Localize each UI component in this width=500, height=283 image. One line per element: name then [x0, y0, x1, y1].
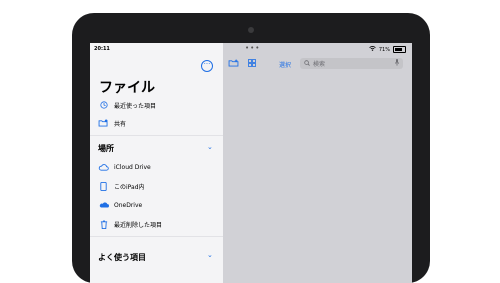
chevron-down-icon[interactable]: ⌄ — [207, 251, 213, 259]
sidebar-item-label: 最近使った項目 — [114, 102, 157, 110]
chevron-down-icon[interactable]: ⌄ — [207, 143, 213, 151]
sidebar-item-recently-deleted[interactable]: 最近削除した項目 — [98, 218, 162, 230]
sidebar: ··· ファイル 最近使った項目 共有 場所 ⌄ iCloud Drive この… — [90, 43, 223, 283]
new-folder-icon[interactable] — [228, 59, 239, 69]
sidebar-item-recents[interactable]: 最近使った項目 — [98, 99, 156, 111]
search-icon — [304, 59, 310, 68]
onedrive-cloud-icon — [98, 202, 109, 208]
select-button[interactable]: 選択 — [279, 60, 291, 69]
search-field[interactable]: 検索 — [300, 58, 403, 69]
sidebar-item-icloud-drive[interactable]: iCloud Drive — [98, 161, 151, 173]
sidebar-item-label: OneDrive — [114, 201, 143, 209]
screen: ··· ファイル 最近使った項目 共有 場所 ⌄ iCloud Drive この… — [90, 43, 412, 283]
grid-view-icon[interactable] — [248, 59, 256, 69]
section-header-locations: 場所 — [98, 144, 114, 153]
battery-percent: 71% — [378, 46, 390, 53]
sidebar-item-label: iCloud Drive — [114, 163, 151, 171]
cloud-icon — [98, 163, 109, 171]
section-header-favorites: よく使う項目 — [98, 253, 146, 262]
page-title: ファイル — [99, 80, 155, 96]
sidebar-item-label: このiPad内 — [114, 183, 145, 191]
wifi-icon — [369, 46, 376, 53]
sidebar-item-label: 最近削除した項目 — [114, 221, 163, 229]
sidebar-item-onedrive[interactable]: OneDrive — [98, 199, 142, 211]
ipad-icon — [98, 181, 109, 191]
sidebar-item-label: 共有 — [114, 120, 127, 128]
status-bar: 20:11 ••• 71% — [90, 43, 412, 56]
sidebar-item-on-my-ipad[interactable]: このiPad内 — [98, 180, 145, 192]
status-time: 20:11 — [94, 46, 110, 52]
microphone-icon[interactable] — [395, 59, 399, 68]
status-indicators: 71% — [369, 46, 406, 53]
content-toolbar: 選択 検索 — [223, 56, 412, 72]
divider — [90, 135, 223, 136]
sidebar-item-shared[interactable]: 共有 — [98, 117, 126, 129]
divider — [90, 236, 223, 237]
battery-icon — [393, 46, 406, 53]
ipad-device-frame: ··· ファイル 最近使った項目 共有 場所 ⌄ iCloud Drive この… — [72, 13, 430, 283]
clock-icon — [98, 101, 109, 109]
trash-icon — [98, 219, 109, 229]
multitasking-dots[interactable]: ••• — [245, 44, 260, 52]
search-placeholder: 検索 — [313, 61, 326, 68]
shared-folder-icon — [98, 119, 109, 127]
front-camera — [248, 27, 254, 33]
more-options-button[interactable]: ··· — [201, 60, 213, 72]
